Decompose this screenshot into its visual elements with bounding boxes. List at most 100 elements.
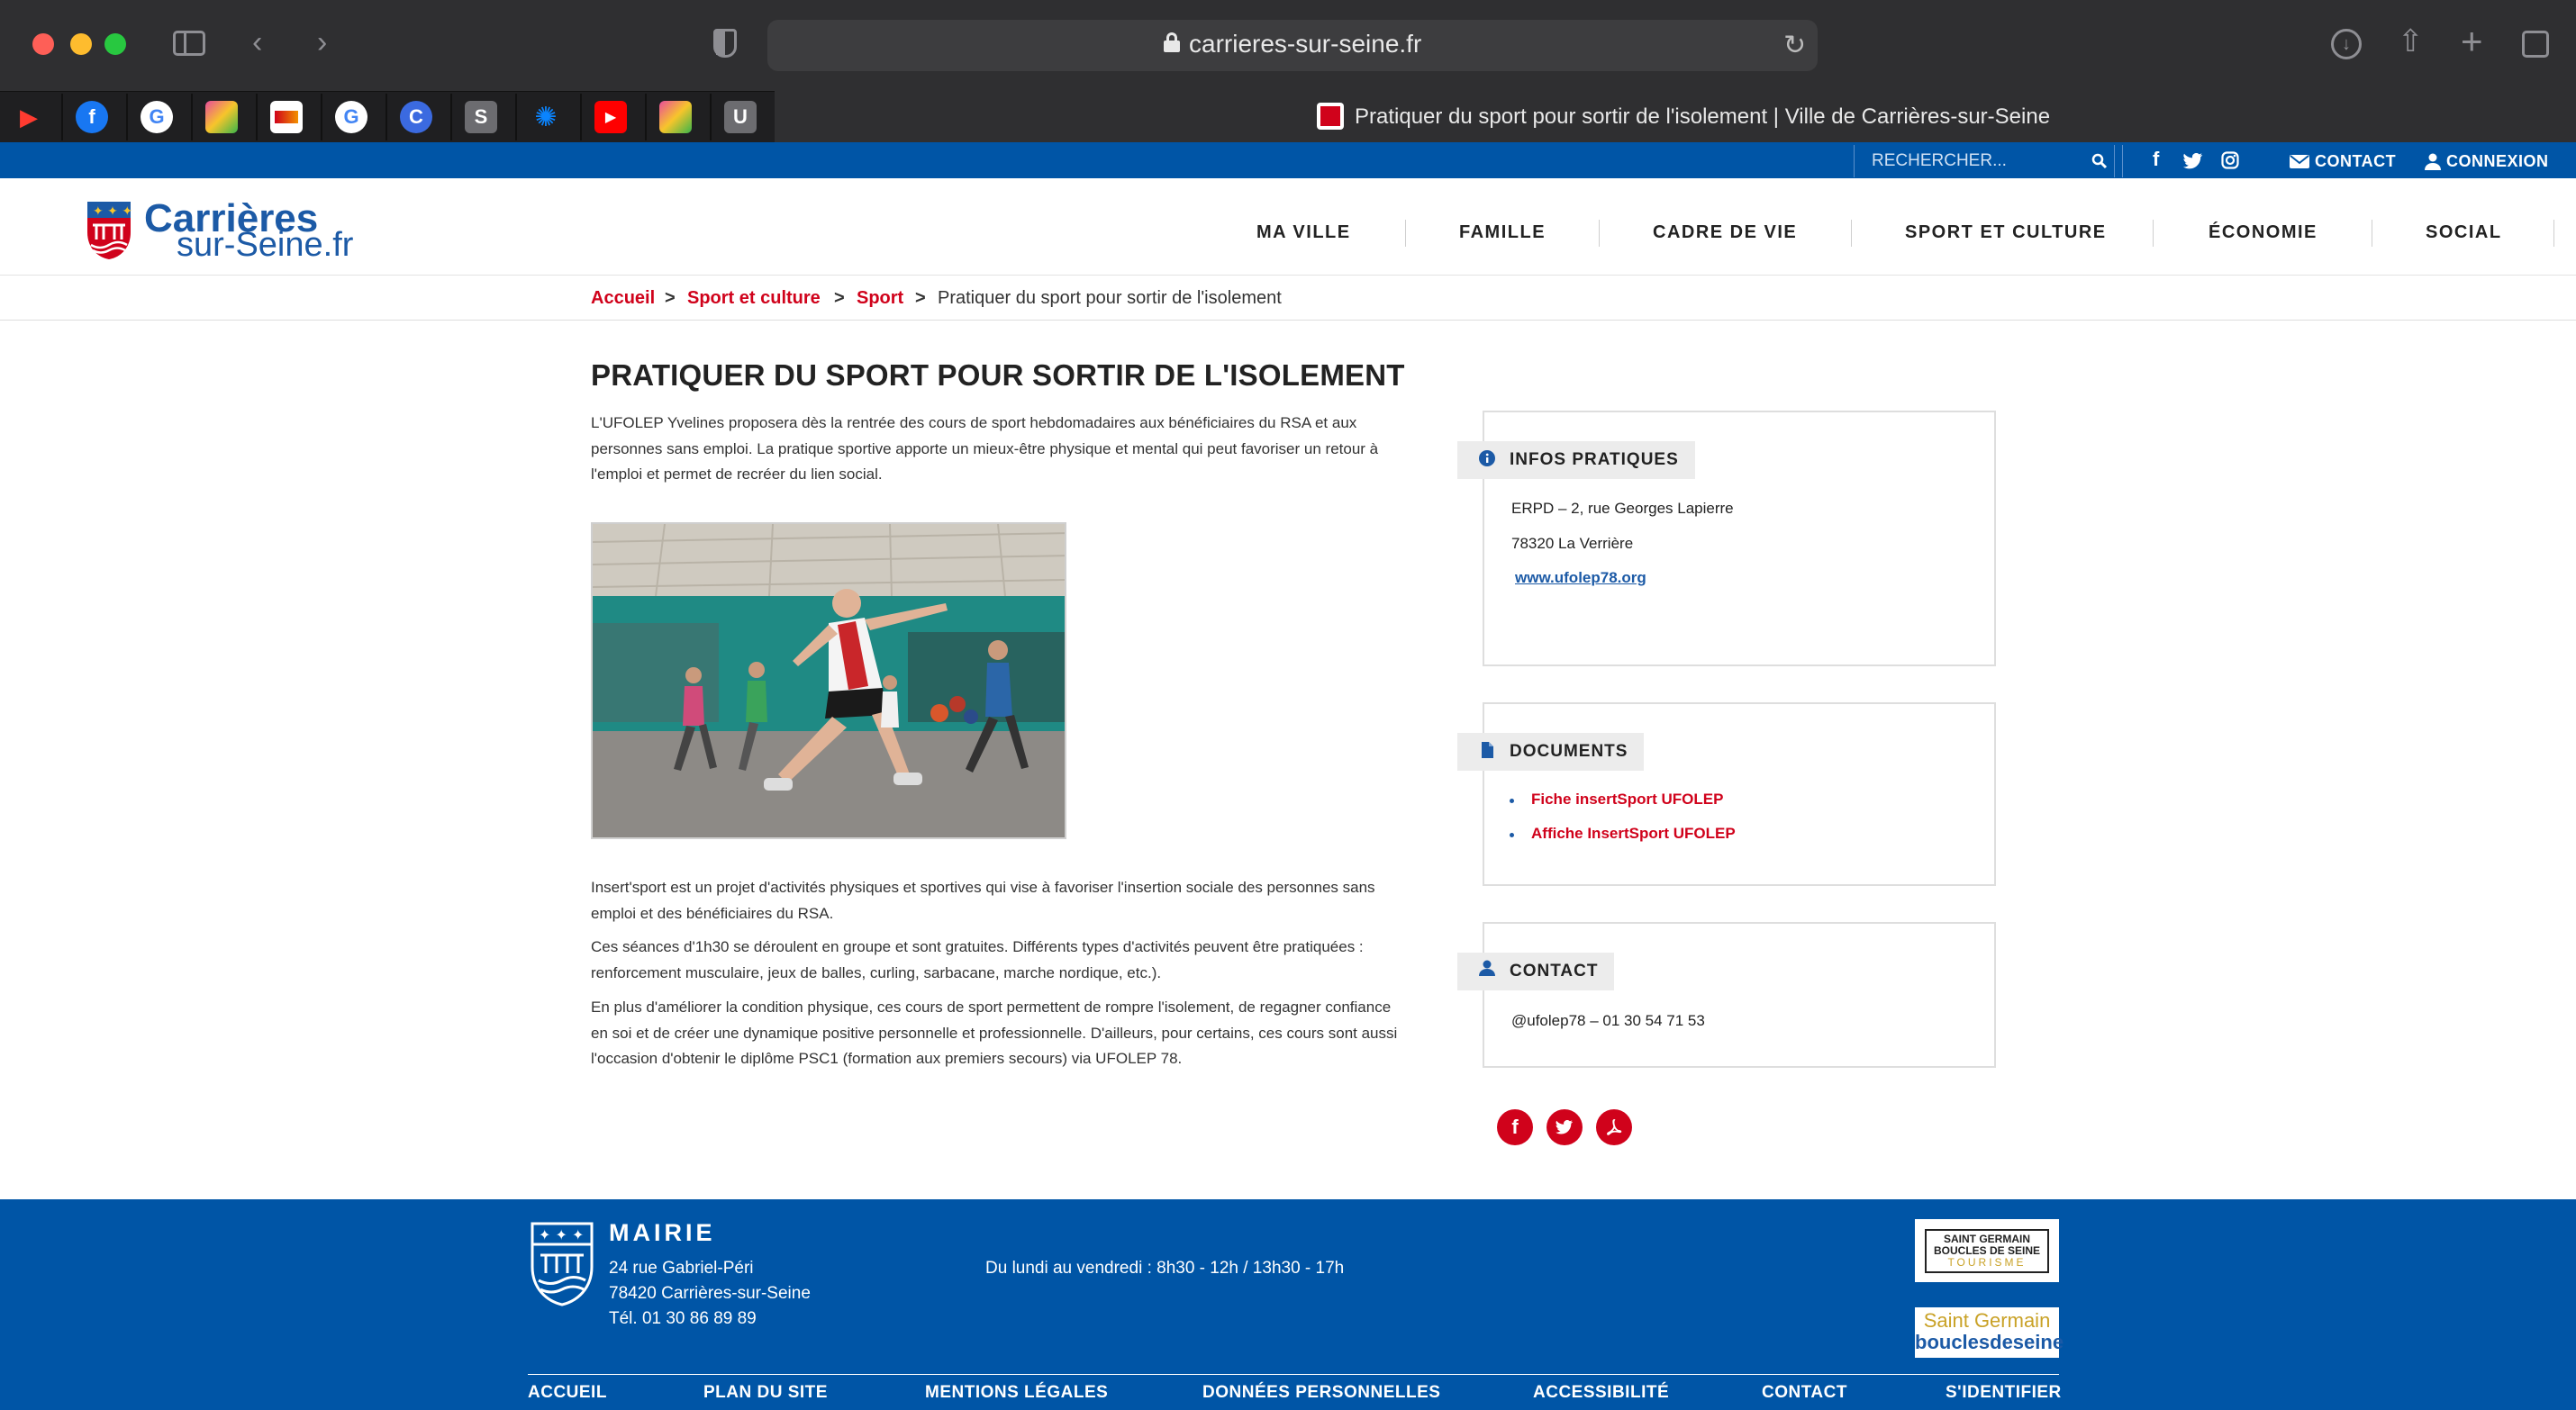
article-paragraph: Insert'sport est un projet d'activités p… <box>591 879 1375 922</box>
new-tab-icon[interactable]: + <box>2461 20 2483 63</box>
search-icon[interactable] <box>2091 153 2108 169</box>
tourisme-badge[interactable]: SAINT GERMAIN BOUCLES DE SEINE TOURISME <box>1915 1219 2059 1282</box>
site-favicon-icon <box>1317 103 1344 130</box>
infos-address-line2: 78320 La Verrière <box>1511 535 1634 552</box>
tourisme-badge-line1: SAINT GERMAIN <box>1944 1232 2030 1245</box>
article-paragraph: Ces séances d'1h30 se déroulent en group… <box>591 938 1364 981</box>
nav-famille[interactable]: FAMILLE <box>1459 222 1546 243</box>
nav-divider <box>2153 220 2154 247</box>
sidebar-toggle-icon[interactable] <box>173 31 205 56</box>
tab-divider <box>321 94 322 140</box>
article-photo <box>591 522 1066 839</box>
tab-divider <box>385 94 387 140</box>
fiche-insertsport-link[interactable]: Fiche insertSport UFOLEP <box>1531 791 1723 809</box>
info-icon <box>1479 450 1495 466</box>
download-icon[interactable]: ↓ <box>2331 29 2362 59</box>
s-letter-tab-icon[interactable]: S <box>465 101 497 133</box>
person-icon <box>1479 960 1495 976</box>
footer-link-accueil[interactable]: ACCUEIL <box>528 1383 607 1403</box>
contact-link[interactable]: CONTACT <box>2315 152 2396 171</box>
footer-divider <box>528 1374 2059 1375</box>
breadcrumb-sport-et-culture[interactable]: Sport et culture <box>687 288 821 309</box>
nav-social[interactable]: SOCIAL <box>2426 222 2502 243</box>
connexion-link[interactable]: CONNEXION <box>2446 152 2549 171</box>
reload-icon[interactable]: ↻ <box>1783 30 1806 61</box>
boucles-badge-line2: bouclesdeseine <box>1915 1331 2064 1353</box>
tab-divider <box>450 94 452 140</box>
nav-cadre-de-vie[interactable]: CADRE DE VIE <box>1653 222 1797 243</box>
share-pdf-button[interactable] <box>1596 1109 1632 1145</box>
breadcrumb-separator: > <box>834 288 845 308</box>
lock-icon <box>1164 32 1180 52</box>
ufolep-tab-icon[interactable] <box>659 101 692 133</box>
footer-address-line2: 78420 Carrières-sur-Seine <box>609 1284 811 1303</box>
back-icon[interactable]: ‹ <box>252 27 262 58</box>
ufolep-tab-icon[interactable] <box>205 101 238 133</box>
footer-title: MAIRIE <box>609 1219 716 1246</box>
svg-text:✦ ✦ ✦: ✦ ✦ ✦ <box>539 1226 584 1243</box>
list-bullet <box>1510 833 1514 837</box>
twitter-icon <box>1556 1120 1574 1134</box>
tab-overview-icon[interactable] <box>2522 31 2549 58</box>
twitter-icon[interactable] <box>2183 153 2203 169</box>
tab-favicon-icon[interactable]: ▶ <box>13 101 45 133</box>
share-icon[interactable]: ⇧ <box>2398 23 2424 59</box>
nav-economie[interactable]: ÉCONOMIE <box>2209 222 2317 243</box>
share-facebook-button[interactable]: f <box>1497 1109 1533 1145</box>
youtube-tab-icon[interactable]: ▶ <box>594 101 627 133</box>
footer-link-accessibilite[interactable]: ACCESSIBILITÉ <box>1533 1383 1669 1403</box>
zoom-window-button[interactable] <box>104 33 126 55</box>
url-text[interactable]: carrieres-sur-seine.fr <box>1189 30 1421 59</box>
footer-link-mentions-legales[interactable]: MENTIONS LÉGALES <box>925 1383 1108 1403</box>
breadcrumb-sport[interactable]: Sport <box>857 288 903 309</box>
forward-icon[interactable]: › <box>317 27 327 58</box>
facebook-tab-icon[interactable]: f <box>76 101 108 133</box>
article-intro: L'UFOLEP Yvelines proposera dès la rentr… <box>591 414 1379 483</box>
breadcrumb-separator: > <box>665 288 676 308</box>
footer-link-contact[interactable]: CONTACT <box>1762 1383 1847 1403</box>
u-letter-tab-icon[interactable]: U <box>724 101 757 133</box>
nav-ma-ville[interactable]: MA VILLE <box>1256 222 1351 243</box>
user-icon[interactable] <box>2425 153 2441 170</box>
footer-link-sidentifier[interactable]: S'IDENTIFIER <box>1946 1383 2062 1403</box>
affiche-insertsport-link[interactable]: Affiche InsertSport UFOLEP <box>1531 825 1736 843</box>
tab-divider <box>126 94 128 140</box>
tab-divider <box>645 94 647 140</box>
footer-address-line1: 24 rue Gabriel-Péri <box>609 1259 754 1278</box>
contact-box <box>1483 922 1996 1068</box>
spiral-tab-icon[interactable]: ✺ <box>530 101 562 133</box>
list-bullet <box>1510 799 1514 803</box>
breadcrumb-accueil[interactable]: Accueil <box>591 288 655 309</box>
ufolep-website-link[interactable]: www.ufolep78.org <box>1515 569 1646 587</box>
footer-link-donnees-personnelles[interactable]: DONNÉES PERSONNELLES <box>1202 1383 1440 1403</box>
breadcrumb <box>0 276 2576 321</box>
share-twitter-button[interactable] <box>1547 1109 1583 1145</box>
pdf-icon <box>1607 1119 1622 1135</box>
nav-sport-et-culture[interactable]: SPORT ET CULTURE <box>1905 222 2107 243</box>
breadcrumb-current: Pratiquer du sport pour sortir de l'isol… <box>938 288 1282 308</box>
active-tab-title[interactable]: Pratiquer du sport pour sortir de l'isol… <box>1355 104 2050 130</box>
nav-divider <box>1405 220 1406 247</box>
ufolep-logo-tab-icon[interactable] <box>270 101 303 133</box>
minimize-window-button[interactable] <box>70 33 92 55</box>
boucles-badge-line1: Saint Germain <box>1923 1309 2051 1332</box>
footer-link-plan-du-site[interactable]: PLAN DU SITE <box>703 1383 828 1403</box>
tab-divider <box>515 94 517 140</box>
google-tab-icon[interactable]: G <box>141 101 173 133</box>
topbar-divider <box>2122 145 2123 177</box>
city-crest-logo[interactable]: ✦ ✦ ✦ <box>86 200 132 261</box>
logo-text-secondary[interactable]: sur-Seine.fr <box>177 226 353 265</box>
search-input[interactable] <box>1872 147 2079 176</box>
tab-divider <box>256 94 258 140</box>
facebook-icon[interactable]: f <box>2153 148 2159 171</box>
close-window-button[interactable] <box>32 33 54 55</box>
c-letter-tab-icon[interactable]: C <box>400 101 432 133</box>
infos-pratiques-title: INFOS PRATIQUES <box>1510 450 1679 469</box>
boucles-de-seine-badge[interactable]: Saint Germain bouclesdeseine <box>1915 1307 2064 1358</box>
google-tab-icon[interactable]: G <box>335 101 367 133</box>
mail-icon[interactable] <box>2290 155 2309 168</box>
nav-divider <box>1851 220 1852 247</box>
privacy-shield-icon[interactable] <box>713 29 737 58</box>
instagram-icon[interactable] <box>2221 151 2239 169</box>
contact-info: @ufolep78 – 01 30 54 71 53 <box>1511 1012 1705 1029</box>
